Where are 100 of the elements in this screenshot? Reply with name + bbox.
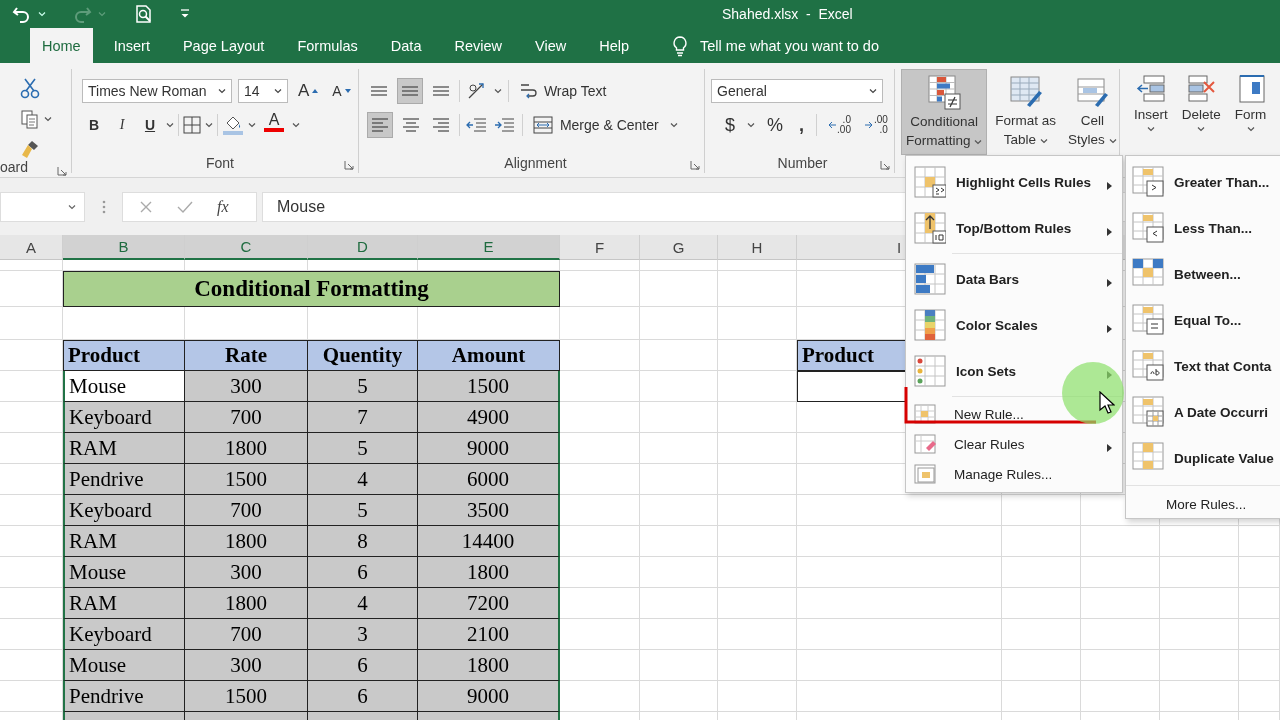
submenu-arrow-icon <box>1107 325 1112 333</box>
caret-icon <box>98 11 106 17</box>
column-header[interactable]: A <box>0 235 63 260</box>
column-header[interactable]: B <box>63 235 185 260</box>
bold-button[interactable]: B <box>82 112 106 138</box>
align-button[interactable] <box>397 78 423 104</box>
group-label: oard <box>0 159 29 175</box>
column-header[interactable]: F <box>560 235 640 260</box>
grow-font-button[interactable]: A <box>294 78 323 104</box>
table-cell: Mouse <box>63 371 185 402</box>
column-header[interactable]: E <box>418 235 560 260</box>
submenu-item[interactable]: Duplicate Value <box>1126 435 1280 481</box>
submenu-item[interactable]: A Date Occurri <box>1126 389 1280 435</box>
align-button[interactable] <box>367 112 393 138</box>
dialog-launcher-icon[interactable] <box>57 166 67 176</box>
ribbon-tab[interactable]: Home <box>30 28 93 63</box>
table-cell: RAM <box>63 588 185 619</box>
submenu-item[interactable]: Between... <box>1126 251 1280 297</box>
styles-button[interactable]: Cell Styles <box>1064 69 1121 155</box>
table-cell: 5 <box>308 495 418 526</box>
table-cell: Pendrive <box>63 681 185 712</box>
font-name-dropdown[interactable]: Times New Roman <box>82 79 232 103</box>
table-cell: 1800 <box>418 557 560 588</box>
font-size-dropdown[interactable]: 14 <box>238 79 288 103</box>
tell-me-field[interactable]: Tell me what you want to do <box>700 37 960 54</box>
submenu-item[interactable]: Text that Conta <box>1126 343 1280 389</box>
copy-icon[interactable] <box>20 109 40 129</box>
increase-indent-icon[interactable] <box>494 116 516 134</box>
borders-icon[interactable] <box>183 116 201 134</box>
caret-icon <box>292 122 300 128</box>
caret-up-icon <box>312 89 319 93</box>
merge-center-button[interactable]: Merge & Center <box>529 112 682 138</box>
table-cell: Pendrive <box>63 464 185 495</box>
shrink-font-button[interactable]: A <box>328 78 355 104</box>
table-cell: 7200 <box>418 588 560 619</box>
menu-item[interactable]: Manage Rules... <box>906 459 1122 489</box>
table-cell: 14400 <box>418 526 560 557</box>
table-cell: 6 <box>308 650 418 681</box>
print-preview-icon[interactable] <box>134 4 154 24</box>
column-heading: Product <box>63 340 185 371</box>
group-label: Number <box>777 155 828 171</box>
caret-icon <box>974 139 983 145</box>
table-cell: Mouse <box>63 557 185 588</box>
fill-color-icon[interactable] <box>222 115 244 135</box>
percent-button[interactable]: % <box>763 112 788 138</box>
increase-decimal-button[interactable]: .0 .00 <box>825 113 854 137</box>
dialog-launcher-icon[interactable] <box>690 160 700 170</box>
menu-item[interactable]: More Rules... <box>1126 490 1280 518</box>
cells-button[interactable]: Form <box>1230 73 1271 143</box>
styles-button[interactable]: Conditional Formatting <box>901 69 988 155</box>
currency-button[interactable]: $ <box>721 112 739 138</box>
caret-icon <box>205 122 213 128</box>
table-cell: 8 <box>308 526 418 557</box>
submenu-item[interactable]: Equal To... <box>1126 297 1280 343</box>
cancel-icon[interactable] <box>139 200 153 214</box>
styles-button[interactable]: Format as Table <box>991 69 1061 155</box>
cells-button[interactable]: Delete <box>1177 73 1225 143</box>
format-painter-icon[interactable] <box>20 139 40 159</box>
caret-icon <box>1246 126 1255 132</box>
cut-icon[interactable] <box>20 77 40 99</box>
underline-button[interactable]: U <box>138 112 162 138</box>
column-heading: Rate <box>185 340 308 371</box>
insert-function-button[interactable]: fx <box>217 198 229 216</box>
column-header[interactable]: C <box>185 235 308 260</box>
column-header[interactable]: D <box>308 235 418 260</box>
table-cell: 5 <box>308 433 418 464</box>
decrease-decimal-button[interactable]: .00 .0 <box>861 113 891 137</box>
date-occurring-icon <box>1132 396 1164 428</box>
cells-button[interactable]: Insert <box>1130 73 1172 143</box>
font-color-button[interactable]: A <box>260 112 288 138</box>
table-cell: 2100 <box>418 619 560 650</box>
ribbon-tab[interactable]: Formulas <box>285 28 370 63</box>
caret-icon <box>166 122 174 128</box>
dialog-launcher-icon[interactable] <box>344 160 354 170</box>
wrap-text-button[interactable]: Wrap Text <box>515 78 611 104</box>
ribbon-tab[interactable]: Data <box>378 28 434 63</box>
column-heading: Amount <box>418 340 560 371</box>
top-bottom-rules-icon <box>914 212 946 244</box>
italic-button[interactable]: I <box>110 112 134 138</box>
customize-icon[interactable] <box>180 8 190 20</box>
comma-button[interactable]: , <box>795 112 809 138</box>
color-scales-icon <box>914 309 946 341</box>
ribbon-tab[interactable]: View <box>523 28 579 63</box>
ribbon-tab[interactable]: Help <box>587 28 641 63</box>
ribbon-tab[interactable]: Page Layout <box>170 28 277 63</box>
decrease-indent-icon[interactable] <box>466 116 488 134</box>
undo-icon[interactable] <box>12 5 32 23</box>
table-cell: 700 <box>185 402 308 433</box>
number-format-dropdown[interactable]: General <box>711 79 883 103</box>
column-header[interactable]: G <box>640 235 718 260</box>
ribbon-tab[interactable]: Review <box>442 28 514 63</box>
table-cell: 1800 <box>418 650 560 681</box>
column-header[interactable]: H <box>718 235 797 260</box>
sheet-title: Conditional Formatting <box>63 271 560 307</box>
dialog-launcher-icon[interactable] <box>880 160 890 170</box>
menu-item[interactable]: Clear Rules <box>906 429 1122 459</box>
enter-icon[interactable] <box>177 200 193 214</box>
table-cell: 9000 <box>418 681 560 712</box>
table-cell: Mouse <box>63 650 185 681</box>
ribbon-tab[interactable]: Insert <box>101 28 162 63</box>
